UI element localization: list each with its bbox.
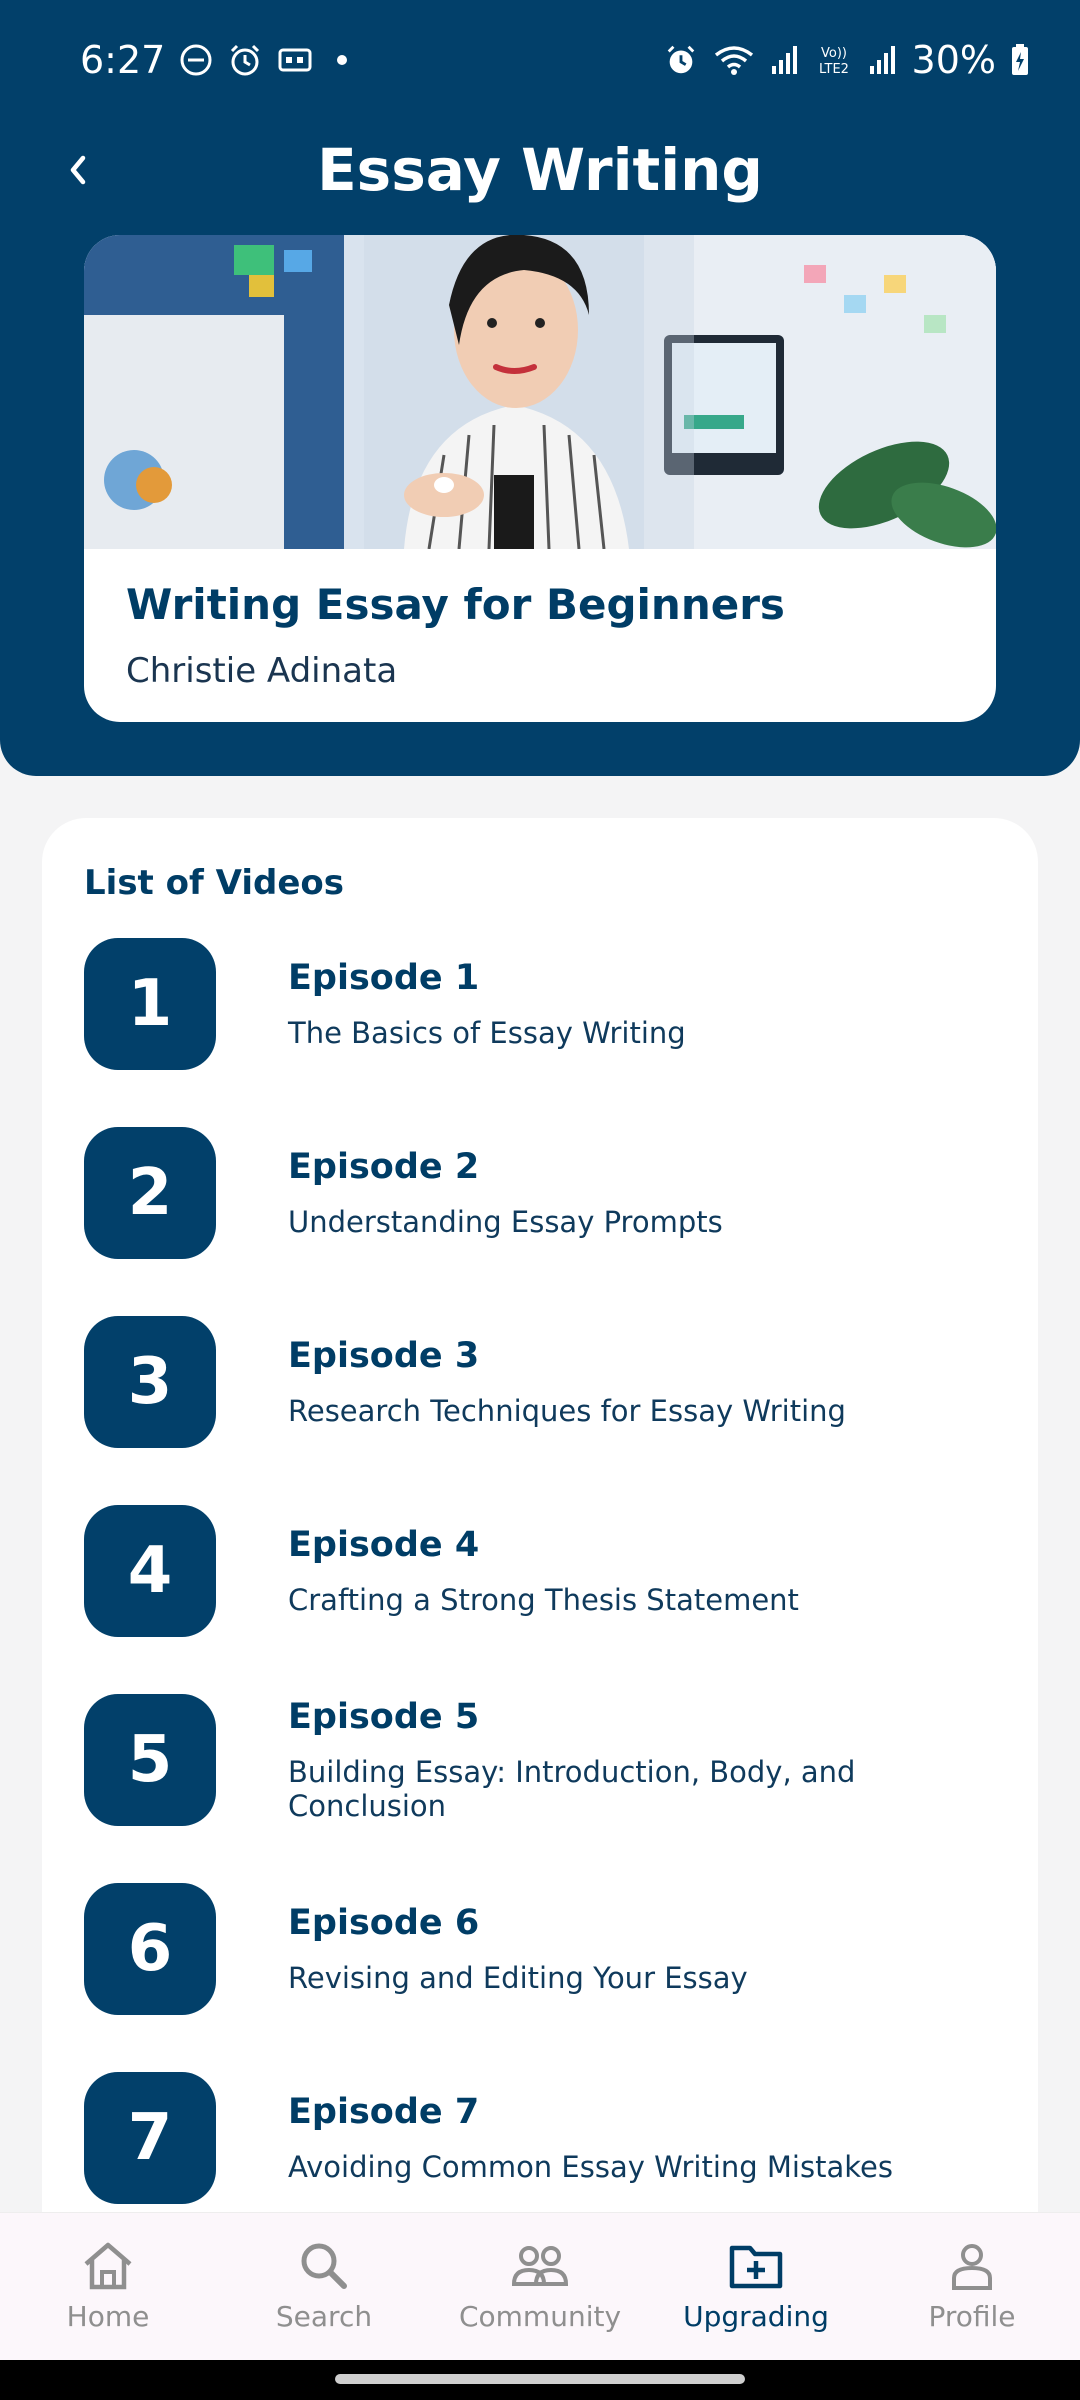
app-header: Essay Writing	[0, 120, 1080, 220]
episode-title: Episode 2	[288, 1147, 480, 1187]
episode-title: Episode 5	[288, 1697, 480, 1737]
nav-community-label: Community	[458, 2300, 622, 2333]
back-button[interactable]	[50, 142, 106, 198]
system-gesture-bar	[0, 2360, 1080, 2400]
header-background: 6:27 Vo)) LTE2 30% Essay Writing Writing…	[0, 0, 1080, 776]
episode-title: Episode 4	[288, 1525, 480, 1565]
episode-title: Episode 7	[288, 2092, 480, 2132]
course-title: Writing Essay for Beginners	[126, 580, 785, 629]
alarm-icon	[227, 42, 263, 78]
episode-item[interactable]: 7 Episode 7 Avoiding Common Essay Writin…	[84, 2072, 1014, 2204]
list-heading: List of Videos	[84, 863, 344, 903]
episode-subtitle: Understanding Essay Prompts	[288, 1205, 723, 1239]
alarm-icon	[664, 43, 698, 77]
nav-community[interactable]: Community	[440, 2240, 640, 2333]
nav-upgrading-label: Upgrading	[683, 2300, 829, 2333]
episode-title: Episode 1	[288, 958, 480, 998]
svg-text:Vo)): Vo))	[821, 46, 847, 61]
page-title: Essay Writing	[317, 136, 763, 204]
nav-profile-label: Profile	[928, 2300, 1016, 2333]
episode-number-badge: 4	[84, 1505, 216, 1637]
search-icon	[301, 2243, 347, 2289]
do-not-disturb-icon	[179, 43, 213, 77]
course-card[interactable]: Writing Essay for Beginners Christie Adi…	[84, 235, 996, 722]
battery-level: 30%	[911, 38, 996, 82]
episode-number-badge: 5	[84, 1694, 216, 1826]
episode-title: Episode 3	[288, 1336, 480, 1376]
battery-charging-icon	[1010, 43, 1030, 77]
episode-subtitle: Avoiding Common Essay Writing Mistakes	[288, 2150, 893, 2184]
chevron-left-icon	[70, 155, 86, 185]
card-icon	[277, 45, 313, 75]
episode-item[interactable]: 3 Episode 3 Research Techniques for Essa…	[84, 1316, 1014, 1448]
signal-icon	[770, 44, 800, 76]
community-icon	[511, 2246, 569, 2286]
signal-icon	[868, 44, 898, 76]
episode-subtitle: Revising and Editing Your Essay	[288, 1961, 748, 1995]
course-author: Christie Adinata	[126, 651, 398, 691]
status-bar: 6:27 Vo)) LTE2 30%	[0, 0, 1080, 120]
volte-icon: Vo)) LTE2	[814, 43, 854, 77]
episode-subtitle: The Basics of Essay Writing	[288, 1016, 686, 1050]
episode-number-badge: 1	[84, 938, 216, 1070]
instructor-photo	[84, 235, 996, 549]
nav-upgrading[interactable]: Upgrading	[656, 2240, 856, 2333]
status-time: 6:27	[80, 38, 166, 82]
episode-number-badge: 6	[84, 1883, 216, 2015]
episode-title: Episode 6	[288, 1903, 480, 1943]
episode-item[interactable]: 1 Episode 1 The Basics of Essay Writing	[84, 938, 1014, 1070]
wifi-icon	[712, 43, 756, 77]
episode-subtitle: Crafting a Strong Thesis Statement	[288, 1583, 799, 1617]
episode-item[interactable]: 2 Episode 2 Understanding Essay Prompts	[84, 1127, 1014, 1259]
episode-item[interactable]: 4 Episode 4 Crafting a Strong Thesis Sta…	[84, 1505, 1014, 1637]
nav-home-label: Home	[66, 2300, 150, 2333]
home-gesture-handle[interactable]	[335, 2374, 745, 2384]
episode-item[interactable]: 6 Episode 6 Revising and Editing Your Es…	[84, 1883, 1014, 2015]
nav-profile[interactable]: Profile	[872, 2240, 1072, 2333]
folder-add-icon	[729, 2245, 783, 2289]
notification-dot	[337, 55, 348, 65]
episode-subtitle: Research Techniques for Essay Writing	[288, 1394, 846, 1428]
episode-subtitle: Building Essay: Introduction, Body, and …	[288, 1755, 856, 1823]
episode-number-badge: 3	[84, 1316, 216, 1448]
nav-home[interactable]: Home	[8, 2240, 208, 2333]
home-icon	[84, 2242, 132, 2290]
svg-text:LTE2: LTE2	[819, 62, 849, 77]
profile-icon	[952, 2244, 992, 2290]
course-thumbnail	[84, 235, 996, 549]
episode-item[interactable]: 5 Episode 5 Building Essay: Introduction…	[84, 1694, 1014, 1826]
episode-number-badge: 2	[84, 1127, 216, 1259]
nav-search[interactable]: Search	[224, 2240, 424, 2333]
video-list-card: List of Videos 1 Episode 1 The Basics of…	[42, 818, 1038, 2218]
episode-number-badge: 7	[84, 2072, 216, 2204]
nav-search-label: Search	[275, 2300, 373, 2333]
bottom-nav: Home Search Community Upgrading Profile	[0, 2212, 1080, 2360]
